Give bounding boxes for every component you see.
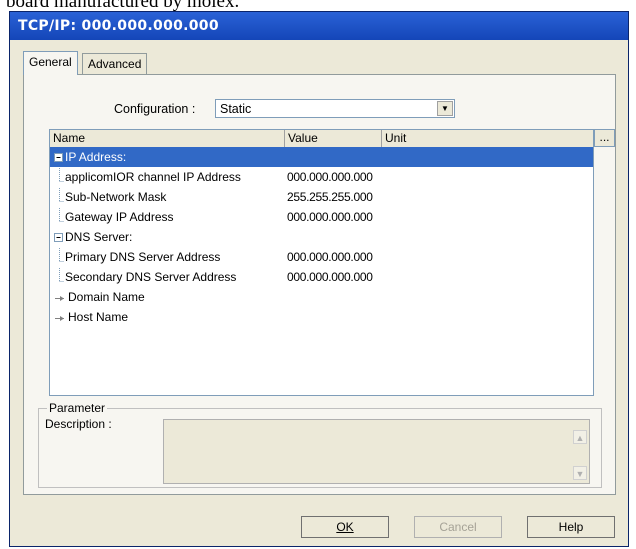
collapse-icon[interactable] — [53, 152, 64, 163]
list-item[interactable]: applicomIOR channel IP Address 000.000.0… — [50, 167, 593, 187]
list-item[interactable]: Host Name — [50, 307, 593, 327]
row-value: 255.255.255.000 — [287, 190, 373, 204]
configuration-label: Configuration : — [114, 102, 196, 116]
cancel-label: Cancel — [439, 520, 477, 534]
row-name: Gateway IP Address — [65, 210, 174, 224]
row-value: 000.000.000.000 — [287, 170, 373, 184]
help-label: Help — [558, 520, 584, 534]
tree-branch-icon — [59, 187, 64, 202]
cancel-button[interactable]: Cancel — [414, 516, 502, 538]
list-item[interactable]: DNS Server: — [50, 227, 593, 247]
scroll-down-icon[interactable]: ▼ — [573, 466, 587, 480]
tree-branch-icon — [59, 167, 64, 182]
row-name: IP Address: — [64, 150, 128, 164]
parameter-list[interactable]: Name Value Unit IP Address: applicomIOR … — [49, 129, 594, 396]
tree-branch-icon — [59, 267, 64, 282]
arrow-right-icon — [55, 295, 64, 301]
parameter-group-title: Parameter — [47, 401, 108, 415]
chevron-down-icon[interactable]: ▼ — [437, 101, 453, 116]
row-name: Secondary DNS Server Address — [65, 270, 237, 284]
row-value: 000.000.000.000 — [287, 270, 373, 284]
parameter-group: Parameter Description : ▲ ▼ — [38, 401, 602, 488]
arrow-right-icon — [55, 315, 64, 321]
row-value: 000.000.000.000 — [287, 210, 373, 224]
row-name: Sub-Network Mask — [65, 190, 167, 204]
description-textarea[interactable]: ▲ ▼ — [163, 419, 590, 484]
list-item[interactable]: IP Address: — [50, 147, 593, 167]
row-name: Primary DNS Server Address — [65, 250, 221, 264]
list-item[interactable]: Domain Name — [50, 287, 593, 307]
more-options-button[interactable]: ... — [594, 129, 615, 147]
row-value: 000.000.000.000 — [287, 250, 373, 264]
row-name: applicomIOR channel IP Address — [65, 170, 241, 184]
configuration-value: Static — [220, 102, 252, 116]
ok-label: OK — [336, 520, 354, 534]
tree-branch-icon — [59, 247, 64, 262]
title-bar[interactable]: TCP/IP: 000.000.000.000 — [10, 12, 628, 40]
column-header-value[interactable]: Value — [285, 130, 382, 147]
tab-advanced[interactable]: Advanced — [82, 53, 148, 74]
list-header: Name Value Unit — [50, 130, 593, 148]
list-item[interactable]: Gateway IP Address 000.000.000.000 — [50, 207, 593, 227]
tcpip-dialog: TCP/IP: 000.000.000.000 General Advanced… — [9, 11, 629, 547]
ok-button[interactable]: OK — [301, 516, 389, 538]
configuration-select[interactable]: Static ▼ — [215, 99, 455, 118]
column-header-unit[interactable]: Unit — [382, 130, 593, 147]
tree-branch-icon — [59, 207, 64, 222]
row-name: Host Name — [68, 310, 129, 324]
column-header-name[interactable]: Name — [50, 130, 285, 147]
tab-general[interactable]: General — [23, 51, 78, 75]
window-title: TCP/IP: 000.000.000.000 — [18, 18, 219, 34]
row-name: DNS Server: — [65, 230, 133, 244]
row-name: Domain Name — [68, 290, 145, 304]
general-panel: Configuration : Static ▼ Name Value Unit… — [23, 74, 616, 495]
scroll-up-icon[interactable]: ▲ — [573, 430, 587, 444]
description-label: Description : — [45, 417, 112, 431]
list-item[interactable]: Sub-Network Mask 255.255.255.000 — [50, 187, 593, 207]
help-button[interactable]: Help — [527, 516, 615, 538]
list-item[interactable]: Primary DNS Server Address 000.000.000.0… — [50, 247, 593, 267]
collapse-icon[interactable] — [53, 232, 64, 243]
list-item[interactable]: Secondary DNS Server Address 000.000.000… — [50, 267, 593, 287]
